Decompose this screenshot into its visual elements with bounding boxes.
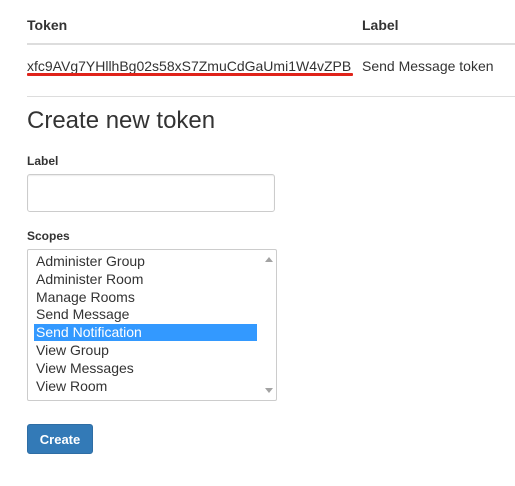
scope-option[interactable]: Manage Rooms	[34, 289, 257, 306]
row-divider	[27, 96, 515, 97]
header-divider	[27, 43, 515, 45]
scope-option[interactable]: View Messages	[34, 360, 257, 377]
scope-option[interactable]: View Room	[34, 378, 257, 395]
scopes-multiselect[interactable]: Administer Group Administer Room Manage …	[27, 249, 277, 401]
token-label: Send Message token	[362, 58, 494, 74]
scope-option[interactable]: Send Message	[34, 306, 257, 323]
scopes-field-caption: Scopes	[27, 229, 70, 243]
create-button[interactable]: Create	[27, 424, 93, 454]
scope-option[interactable]: View Group	[34, 342, 257, 359]
scroll-up-arrow-icon[interactable]	[265, 257, 273, 262]
api-tokens-page: Token Label xfc9AVg7YHllhBg02s58xS7ZmuCd…	[0, 0, 515, 486]
scroll-down-arrow-icon[interactable]	[265, 388, 273, 393]
token-highlight-underline	[27, 73, 353, 76]
scope-option[interactable]: Administer Group	[34, 253, 257, 270]
scope-option[interactable]: Administer Room	[34, 271, 257, 288]
label-field-caption: Label	[27, 154, 59, 168]
label-input[interactable]	[27, 174, 275, 212]
token-column-header: Token	[27, 17, 68, 33]
create-token-heading: Create new token	[27, 107, 216, 134]
scopes-scrollbar[interactable]	[262, 250, 276, 400]
scope-option-selected[interactable]: Send Notification	[34, 324, 257, 341]
label-column-header: Label	[362, 17, 399, 33]
token-value[interactable]: xfc9AVg7YHllhBg02s58xS7ZmuCdGaUmi1W4vZPB	[27, 58, 351, 74]
